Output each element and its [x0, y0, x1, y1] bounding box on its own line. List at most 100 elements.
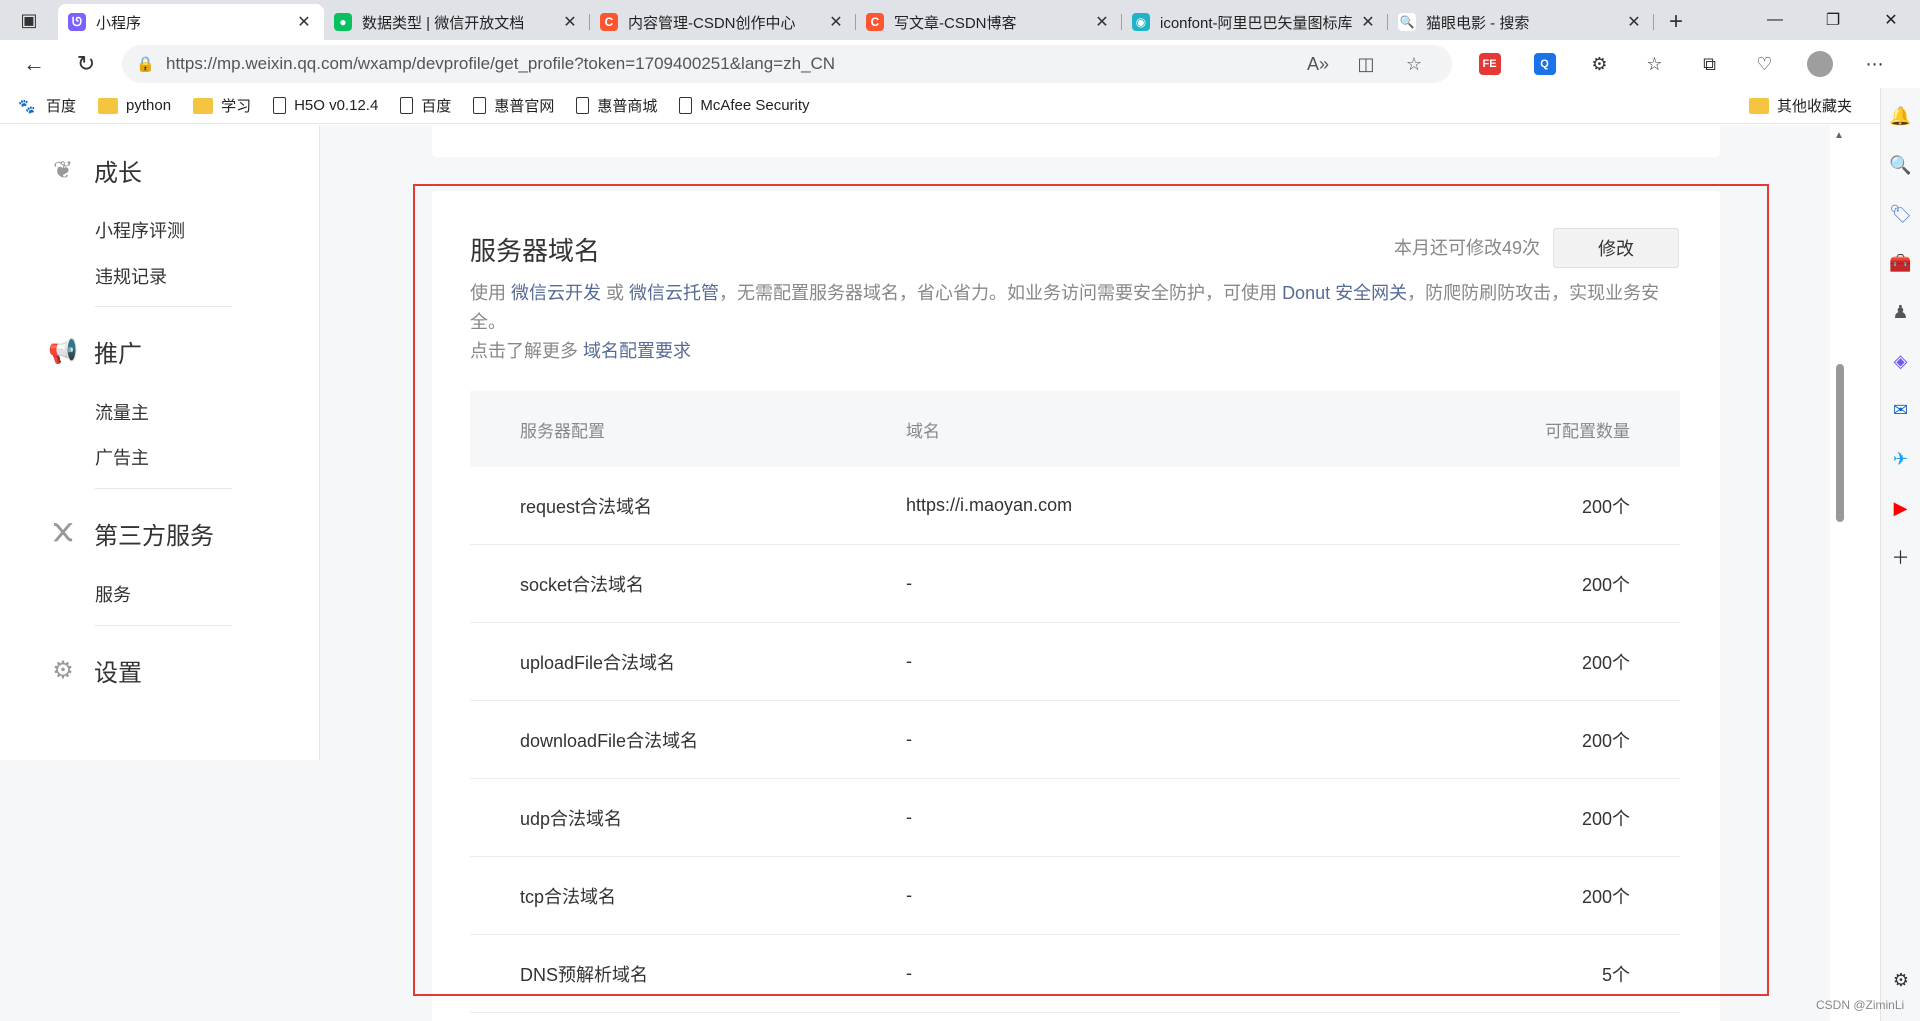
- other-bookmarks-folder[interactable]: 其他收藏夹: [1748, 95, 1852, 116]
- games-icon[interactable]: ♟: [1887, 298, 1915, 326]
- add-sidebar-icon[interactable]: ＋: [1887, 543, 1915, 571]
- folder-icon: [1748, 97, 1769, 114]
- nav-group-promotion[interactable]: 📢 推广: [48, 334, 142, 369]
- bookmark-label: McAfee Security: [700, 97, 810, 114]
- browser-tab[interactable]: 🔍 猫眼电影 - 搜索 ✕: [1388, 4, 1654, 40]
- collections-icon[interactable]: ⧉: [1682, 44, 1737, 84]
- tab-list: ᘎ 小程序 ✕ ● 数据类型 | 微信开放文档 ✕ C 内容管理-CSDN创作中心 ✕ C 写文章-…: [58, 4, 1654, 40]
- tab-title: 数据类型 | 微信开放文档: [362, 14, 525, 32]
- browser-tab[interactable]: C 写文章-CSDN博客 ✕: [856, 4, 1122, 40]
- bookmark-item[interactable]: 学习: [193, 95, 251, 116]
- split-screen-icon[interactable]: ◫: [1342, 54, 1390, 75]
- browser-tab[interactable]: ᘎ 小程序 ✕: [58, 4, 324, 40]
- watermark: CSDN @ZiminLi: [1816, 998, 1905, 1012]
- bookmark-list: 🐾 百度 python 学习 H5O v0.12.4 百度 惠普官网 惠普商城 McAfee S…: [18, 95, 832, 116]
- q-extension-icon[interactable]: Q: [1517, 44, 1572, 84]
- fe-extension-icon[interactable]: FE: [1462, 44, 1517, 84]
- nav-item-evaluation[interactable]: 小程序评测: [95, 217, 185, 243]
- nav-divider: [95, 625, 232, 626]
- minimize-icon[interactable]: —: [1746, 0, 1804, 40]
- extensions-puzzle-icon[interactable]: ⚙: [1572, 44, 1627, 84]
- nav-divider: [95, 488, 232, 489]
- edge-sidebar: 🔔 🔍 🏷 🧰 ♟ ◈ ✉ ✈ ▶ ＋ ⚙: [1880, 88, 1920, 1021]
- nav-item-service[interactable]: 服务: [95, 581, 131, 607]
- other-bookmarks-label: 其他收藏夹: [1776, 98, 1852, 115]
- back-button[interactable]: ←: [8, 44, 60, 84]
- bookmark-label: 惠普官网: [494, 98, 555, 115]
- nav-divider: [95, 306, 232, 307]
- bookmark-item[interactable]: 惠普商城: [576, 95, 657, 116]
- page-icon: [273, 97, 287, 114]
- bookmarks-bar: 🐾 百度 python 学习 H5O v0.12.4 百度 惠普官网 惠普商城 McAfee S…: [0, 88, 1880, 124]
- toolbox-icon[interactable]: 🧰: [1887, 249, 1915, 277]
- read-aloud-icon[interactable]: A»: [1294, 54, 1342, 75]
- maximize-icon[interactable]: ❐: [1804, 0, 1862, 40]
- favorite-star-icon[interactable]: ☆: [1390, 54, 1438, 75]
- page-scrollbar-track[interactable]: [1830, 126, 1846, 1021]
- copilot-icon[interactable]: ◈: [1887, 347, 1915, 375]
- left-navigation: ❦ 成长 小程序评测 违规记录 📢 推广 流量主 广告主 ᙭ 第三方服务 服务 …: [0, 125, 320, 760]
- bookmark-label: H5O v0.12.4: [294, 97, 379, 114]
- page-icon: [473, 97, 487, 114]
- nav-group-label: 设置: [94, 660, 142, 687]
- nav-item-traffic-owner[interactable]: 流量主: [95, 399, 149, 425]
- tab-favicon-icon: C: [866, 13, 884, 31]
- bookmark-label: 百度: [46, 98, 77, 115]
- youtube-icon[interactable]: ▶: [1887, 494, 1915, 522]
- nav-group-third-party[interactable]: ᙭ 第三方服务: [48, 516, 214, 551]
- scroll-up-arrow-icon[interactable]: ▲: [1834, 130, 1844, 141]
- tab-title: 猫眼电影 - 搜索: [1426, 14, 1530, 32]
- bookmark-item[interactable]: 🐾 百度: [18, 95, 76, 116]
- profile-avatar[interactable]: [1792, 44, 1847, 84]
- more-menu-icon[interactable]: ⋯: [1847, 44, 1902, 84]
- nav-item-advertiser[interactable]: 广告主: [95, 444, 149, 470]
- new-tab-button[interactable]: +: [1654, 4, 1698, 40]
- page-icon: [400, 97, 414, 114]
- page-scrollbar-thumb[interactable]: [1836, 364, 1844, 522]
- page-icon: [679, 97, 693, 114]
- tab-actions-icon[interactable]: ▣: [0, 0, 58, 40]
- browser-tab[interactable]: ● 数据类型 | 微信开放文档 ✕: [324, 4, 590, 40]
- lock-icon[interactable]: 🔒: [136, 55, 166, 73]
- tab-title: 小程序: [96, 14, 142, 32]
- tab-title: 内容管理-CSDN创作中心: [628, 14, 796, 32]
- folder-icon: [98, 97, 119, 114]
- nav-group-settings[interactable]: ⚙ 设置: [48, 653, 142, 688]
- tab-close-icon[interactable]: ✕: [826, 12, 846, 32]
- browser-essentials-icon[interactable]: ♡: [1737, 44, 1792, 84]
- sidebar-settings-icon[interactable]: ⚙: [1887, 966, 1915, 994]
- outlook-icon[interactable]: ✉: [1887, 396, 1915, 424]
- bookmark-item[interactable]: H5O v0.12.4: [273, 97, 378, 114]
- bookmark-item[interactable]: python: [98, 97, 171, 114]
- browser-tab[interactable]: C 内容管理-CSDN创作中心 ✕: [590, 4, 856, 40]
- browser-tab[interactable]: ◉ iconfont-阿里巴巴矢量图标库 ✕: [1122, 4, 1388, 40]
- close-window-icon[interactable]: ✕: [1862, 0, 1920, 40]
- tab-close-icon[interactable]: ✕: [560, 12, 580, 32]
- shopping-tag-icon[interactable]: 🏷: [1887, 200, 1915, 228]
- address-bar[interactable]: 🔒 https://mp.weixin.qq.com/wxamp/devprof…: [122, 45, 1452, 83]
- tab-favicon-icon: C: [600, 13, 618, 31]
- tab-close-icon[interactable]: ✕: [1624, 12, 1644, 32]
- nav-item-violation[interactable]: 违规记录: [95, 263, 167, 289]
- tab-close-icon[interactable]: ✕: [1358, 12, 1378, 32]
- send-icon[interactable]: ✈: [1887, 445, 1915, 473]
- tab-strip: ▣ ᘎ 小程序 ✕ ● 数据类型 | 微信开放文档 ✕ C 内容管理-CSDN创作中心 ✕ C 写文…: [0, 0, 1920, 40]
- nav-group-label: 成长: [94, 160, 142, 187]
- bookmark-label: 学习: [221, 98, 252, 115]
- bookmark-item[interactable]: 百度: [400, 95, 451, 116]
- tab-favicon-icon: ᘎ: [68, 13, 86, 31]
- bookmark-item[interactable]: McAfee Security: [679, 97, 810, 114]
- favorites-icon[interactable]: ☆: [1627, 44, 1682, 84]
- previous-section-card: [432, 125, 1720, 157]
- refresh-button[interactable]: ↻: [60, 44, 112, 84]
- tab-close-icon[interactable]: ✕: [1092, 12, 1112, 32]
- notification-bell-icon[interactable]: 🔔: [1887, 102, 1915, 130]
- search-icon[interactable]: 🔍: [1887, 151, 1915, 179]
- gear-icon: ⚙: [52, 657, 74, 684]
- tab-close-icon[interactable]: ✕: [294, 12, 314, 32]
- nav-group-growth[interactable]: ❦ 成长: [48, 153, 142, 188]
- bookmark-item[interactable]: 惠普官网: [473, 95, 554, 116]
- third-party-icon: ᙭: [53, 519, 73, 547]
- url-text[interactable]: https://mp.weixin.qq.com/wxamp/devprofil…: [166, 54, 1294, 74]
- nav-group-label: 推广: [94, 341, 142, 368]
